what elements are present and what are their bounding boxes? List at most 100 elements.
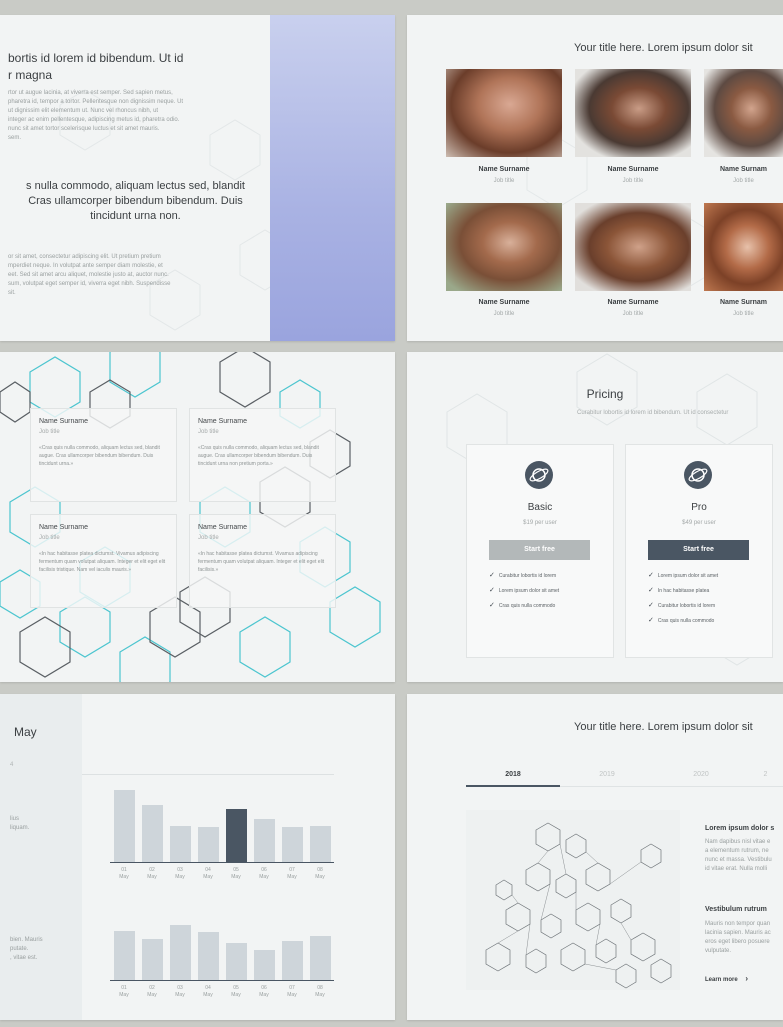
- team-photo: [575, 203, 691, 291]
- check-icon: ✓: [648, 572, 654, 579]
- x-tick-label: 03 May: [175, 867, 185, 880]
- tab-2018[interactable]: 2018: [466, 771, 560, 778]
- active-tab-indicator: [466, 785, 560, 787]
- chart-title: May: [14, 725, 37, 739]
- plan-card-pro: Pro $49 per user Start free ✓ Lorem ipsum…: [625, 444, 773, 658]
- bar-02-may: [141, 805, 163, 862]
- slide-team[interactable]: Your title here. Lorem ipsum dolor sit N…: [407, 15, 783, 341]
- pricing-subtitle: Curabitur lobortis id lorem id bibendum.…: [577, 410, 729, 416]
- person-job: Job title: [733, 311, 754, 317]
- accent-panel: [270, 15, 395, 341]
- feature-item: ✓ Cras quis nulla commodo: [648, 617, 715, 624]
- slide-pricing[interactable]: Pricing Curabitur lobortis id lorem id b…: [407, 352, 783, 682]
- quote-block: s nulla commodo, aliquam lectus sed, bla…: [26, 180, 245, 222]
- side-text-1: lius liquam.: [10, 816, 30, 831]
- person-job: Job title: [622, 311, 644, 317]
- slide-heading: bortis id lorem id bibendum. Ut id: [8, 51, 184, 65]
- feature-item: ✓ Curabitur lobortis id lorem: [648, 602, 716, 609]
- team-photo: [704, 203, 783, 291]
- x-tick-label: 01 May: [119, 985, 129, 998]
- feature-item: ✓ Lorem ipsum dolor sit amet: [489, 587, 560, 594]
- check-icon: ✓: [648, 587, 654, 594]
- x-tick-label: 02 May: [147, 867, 157, 880]
- plan-name: Pro: [691, 502, 707, 513]
- hexagon-illustration: [466, 810, 680, 990]
- bar-01-may: [113, 790, 135, 862]
- slide-title: Your title here. Lorem ipsum dolor sit: [574, 42, 753, 54]
- testimonial-card: Name Surname Job title «In hac habitasse…: [189, 514, 336, 608]
- bar-03-may: [169, 826, 191, 862]
- testimonial-card: Name Surname Job title «Cras quis nulla …: [189, 408, 336, 502]
- bar-05-may: [225, 943, 247, 980]
- x-tick-label: 08 May: [315, 867, 325, 880]
- plan-name: Basic: [527, 502, 553, 513]
- block-1-title: Lorem ipsum dolor s: [705, 825, 775, 832]
- x-tick-label: 04 May: [203, 867, 213, 880]
- feature-item: ✓ Lorem ipsum dolor sit amet: [648, 572, 719, 579]
- block-2-text: Mauris non tempor quan lacinia sapien. M…: [705, 921, 771, 954]
- x-tick-label: 02 May: [147, 985, 157, 998]
- bar-06-may: [253, 950, 275, 980]
- chart-1-x-labels: 01 May 02 May 03 May 04 May 05 May 06 May 07 May 08 May: [110, 867, 334, 883]
- bar-08-may: [309, 826, 331, 862]
- bar-06-may: [253, 819, 275, 862]
- slide-title: Your title here. Lorem ipsum dolor sit: [574, 721, 753, 733]
- slide-testimonials[interactable]: Name Surname Job title «Cras quis nulla …: [0, 352, 395, 682]
- chevron-right-icon: ›: [745, 974, 749, 983]
- paragraph-1: rtor ut augue lacinia, at viverra est se…: [8, 90, 184, 141]
- bar-04-may: [197, 932, 219, 980]
- check-icon: ✓: [489, 602, 495, 609]
- person-name: Name Surname: [478, 299, 530, 306]
- person-name: Name Surname: [478, 166, 530, 173]
- bar-02-may: [141, 939, 163, 980]
- bar-07-may: [281, 827, 303, 862]
- person-name: Name Surname: [607, 166, 659, 173]
- x-tick-label: 04 May: [203, 985, 213, 998]
- x-tick-label: 01 May: [119, 867, 129, 880]
- planet-icon: [684, 461, 712, 489]
- start-free-button[interactable]: Start free: [648, 540, 749, 560]
- bar-chart-1: [110, 782, 334, 862]
- side-text-2: bien. Mauris putate. , vitae est.: [10, 937, 43, 961]
- person-job: Job title: [493, 311, 515, 317]
- paragraph-2: or sit amet, consectetur adipiscing elit…: [8, 254, 171, 296]
- check-icon: ✓: [489, 587, 495, 594]
- x-tick-label: 07 May: [287, 985, 297, 998]
- plan-price: $49 per user: [682, 520, 716, 526]
- x-tick-label: 06 May: [259, 867, 269, 880]
- x-tick-label: 08 May: [315, 985, 325, 998]
- planet-icon: [525, 461, 553, 489]
- feature-item: ✓ Curabitur lobortis id lorem: [489, 572, 557, 579]
- bar-07-may: [281, 941, 303, 980]
- left-panel: [0, 694, 82, 1020]
- bar-chart-2: [110, 920, 334, 980]
- bar-08-may: [309, 936, 331, 980]
- slide-timeline[interactable]: Your title here. Lorem ipsum dolor sit 2…: [407, 694, 783, 1020]
- check-icon: ✓: [489, 572, 495, 579]
- x-tick-label: 06 May: [259, 985, 269, 998]
- x-tick-label: 07 May: [287, 867, 297, 880]
- check-icon: ✓: [648, 617, 654, 624]
- tab-2019[interactable]: 2019: [560, 771, 654, 778]
- bar-01-may: [113, 931, 135, 980]
- x-tick-label: 05 May: [231, 985, 241, 998]
- block-2-title: Vestibulum rutrum: [705, 906, 767, 913]
- check-icon: ✓: [648, 602, 654, 609]
- slide-charts[interactable]: May 4 lius liquam. bien. Mauris putate. …: [0, 694, 395, 1020]
- x-tick-label: 03 May: [175, 985, 185, 998]
- bar-03-may: [169, 925, 191, 980]
- slide-text-content[interactable]: bortis id lorem id bibendum. Ut id r mag…: [0, 15, 395, 341]
- tab-2020[interactable]: 2020: [654, 771, 748, 778]
- chart-2-x-labels: 01 May 02 May 03 May 04 May 05 May 06 May 07 May 08 May: [110, 985, 334, 1001]
- person-job: Job title: [493, 178, 515, 184]
- tab-next[interactable]: 2: [748, 771, 783, 778]
- start-free-button[interactable]: Start free: [489, 540, 590, 560]
- plan-card-basic: Basic $19 per user Start free ✓ Curabitur…: [466, 444, 614, 658]
- person-job: Job title: [733, 178, 754, 184]
- learn-more-link[interactable]: Learn more ›: [705, 974, 748, 983]
- x-tick-label: 05 May: [231, 867, 241, 880]
- team-photo: [446, 203, 562, 291]
- person-name: Name Surnam: [719, 166, 768, 173]
- person-job: Job title: [622, 178, 644, 184]
- chart-subtitle: 4: [10, 762, 14, 768]
